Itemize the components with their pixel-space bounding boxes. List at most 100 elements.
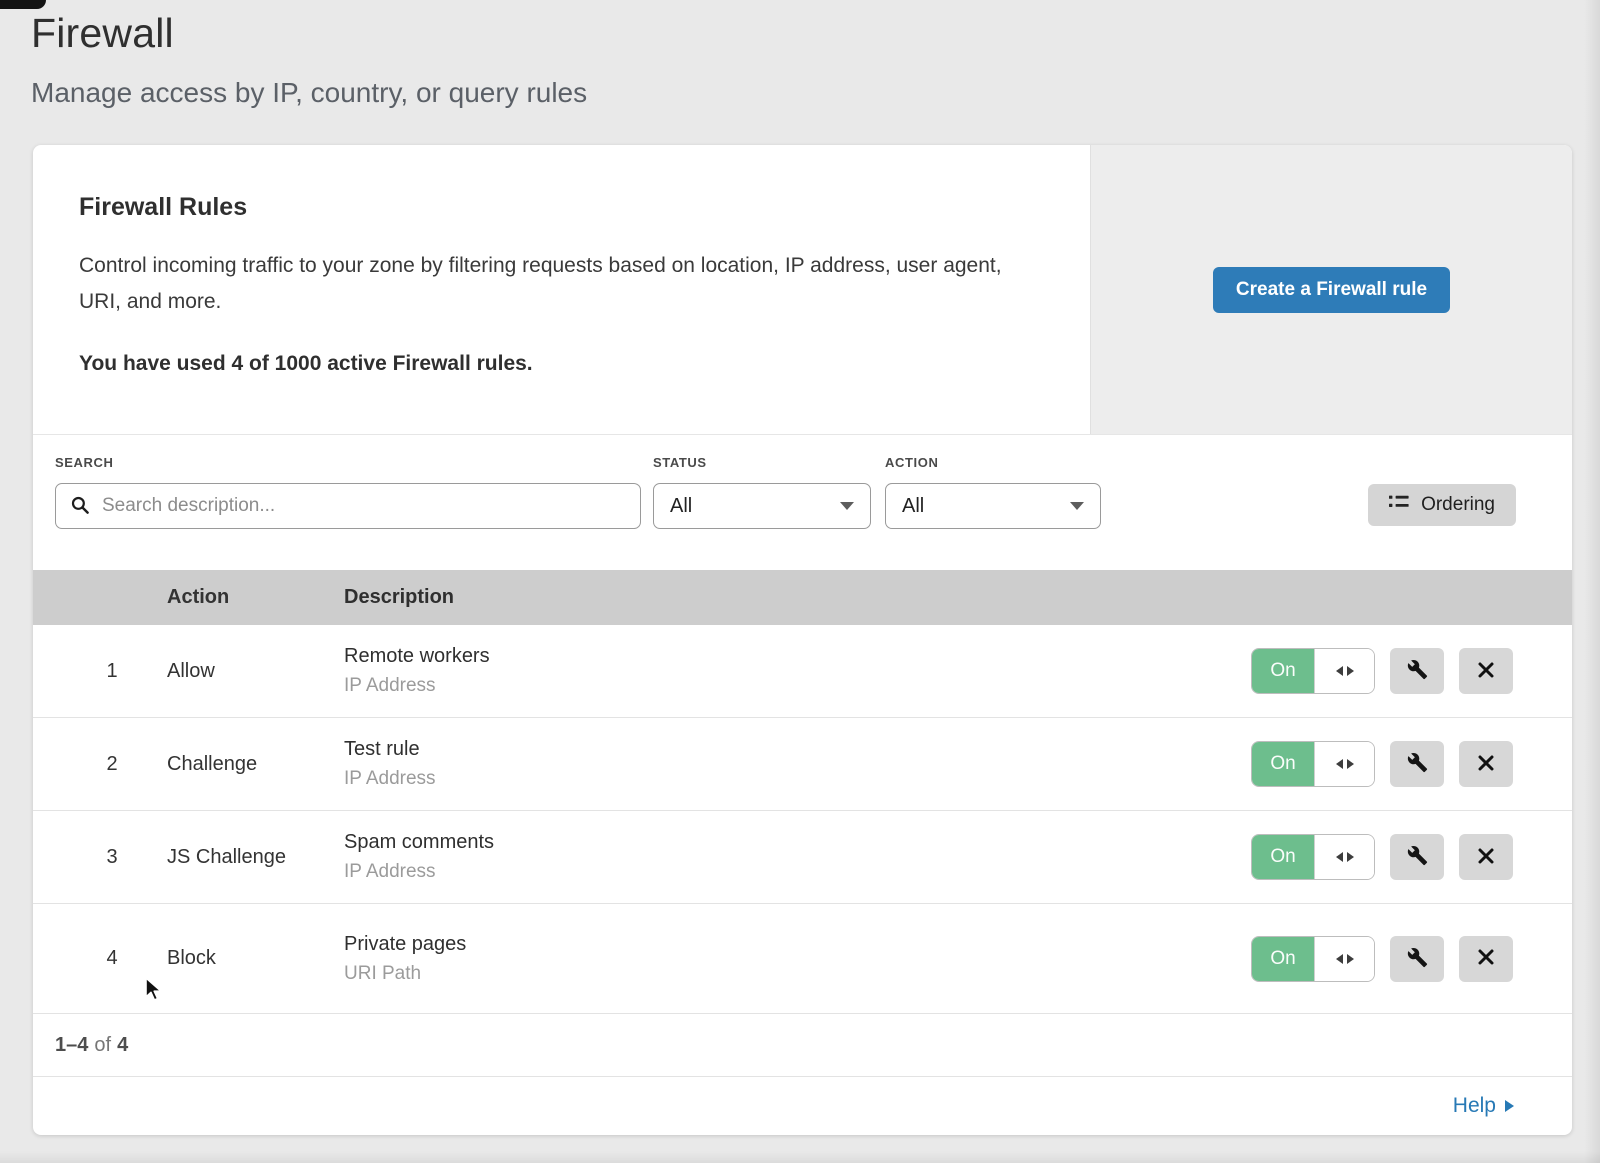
edit-rule-button[interactable]: [1390, 834, 1444, 880]
arrow-left-icon: [1336, 852, 1343, 862]
search-label: SEARCH: [55, 455, 641, 470]
close-icon: [1477, 948, 1495, 969]
rule-field: IP Address: [344, 768, 1251, 790]
action-column-header: Action: [167, 586, 344, 609]
rules-description: Control incoming traffic to your zone by…: [79, 248, 1029, 320]
window-edge-shadow-right: [1584, 0, 1600, 1163]
wrench-icon: [1407, 659, 1428, 683]
table-header: Action Description: [33, 570, 1572, 625]
chevron-down-icon: [1070, 502, 1084, 510]
rule-enabled-toggle[interactable]: On: [1251, 936, 1375, 982]
rule-enabled-toggle[interactable]: On: [1251, 648, 1375, 694]
intro-section: Firewall Rules Control incoming traffic …: [33, 145, 1572, 435]
rule-controls: On: [1251, 936, 1516, 982]
rule-controls: On: [1251, 834, 1516, 880]
rule-controls: On: [1251, 741, 1516, 787]
close-icon: [1477, 661, 1495, 682]
arrow-left-icon: [1336, 954, 1343, 964]
rule-field: IP Address: [344, 675, 1251, 697]
rule-description-cell: Remote workers IP Address: [344, 645, 1251, 697]
arrow-right-icon: [1347, 666, 1354, 676]
page-header: Firewall Manage access by IP, country, o…: [0, 0, 1600, 109]
delete-rule-button[interactable]: [1459, 741, 1513, 787]
rules-title: Firewall Rules: [79, 193, 1044, 222]
action-filter-group: ACTION All: [885, 455, 1101, 529]
status-filter-group: STATUS All: [653, 455, 871, 529]
page-title: Firewall: [31, 10, 1600, 57]
arrow-left-icon: [1336, 666, 1343, 676]
page-subtitle: Manage access by IP, country, or query r…: [31, 77, 1600, 109]
delete-rule-button[interactable]: [1459, 648, 1513, 694]
rule-action: JS Challenge: [167, 846, 344, 869]
toggle-drag-handle[interactable]: [1314, 835, 1374, 879]
delete-rule-button[interactable]: [1459, 834, 1513, 880]
status-select-value: All: [670, 495, 692, 518]
search-input-wrap: [55, 483, 641, 529]
create-firewall-rule-button[interactable]: Create a Firewall rule: [1213, 267, 1450, 313]
filter-bar: SEARCH STATUS All ACTION All: [33, 435, 1572, 570]
rule-description: Test rule: [344, 738, 1251, 761]
toggle-on-segment[interactable]: On: [1252, 649, 1314, 693]
action-select-value: All: [902, 495, 924, 518]
window-edge-shadow-bottom: [0, 1151, 1600, 1163]
rule-description-cell: Spam comments IP Address: [344, 831, 1251, 883]
toggle-on-segment[interactable]: On: [1252, 742, 1314, 786]
arrow-right-icon: [1347, 954, 1354, 964]
table-row: 1 Allow Remote workers IP Address On: [33, 625, 1572, 718]
rule-enabled-toggle[interactable]: On: [1251, 741, 1375, 787]
rule-priority: 2: [33, 753, 167, 776]
rule-field: URI Path: [344, 963, 1251, 985]
rule-action: Block: [167, 947, 344, 970]
toggle-on-segment[interactable]: On: [1252, 937, 1314, 981]
rule-description: Remote workers: [344, 645, 1251, 668]
ordered-list-icon: [1389, 494, 1409, 516]
wrench-icon: [1407, 947, 1428, 971]
toggle-drag-handle[interactable]: [1314, 742, 1374, 786]
toggle-drag-handle[interactable]: [1314, 937, 1374, 981]
search-icon: [71, 496, 90, 520]
status-select[interactable]: All: [653, 483, 871, 529]
ordering-button-label: Ordering: [1421, 494, 1495, 516]
pagination: 1–4 of 4: [33, 1014, 1572, 1076]
toggle-drag-handle[interactable]: [1314, 649, 1374, 693]
rule-action: Challenge: [167, 753, 344, 776]
edit-rule-button[interactable]: [1390, 936, 1444, 982]
ordering-button[interactable]: Ordering: [1368, 484, 1516, 526]
cta-panel: Create a Firewall rule: [1090, 145, 1572, 434]
rules-usage-count: You have used 4 of 1000 active Firewall …: [79, 352, 1044, 376]
rule-priority: 3: [33, 846, 167, 869]
help-link-label: Help: [1453, 1094, 1496, 1118]
help-link[interactable]: Help: [1453, 1094, 1514, 1118]
table-row: 3 JS Challenge Spam comments IP Address …: [33, 811, 1572, 904]
description-column-header: Description: [344, 586, 1251, 609]
close-icon: [1477, 847, 1495, 868]
arrow-left-icon: [1336, 759, 1343, 769]
pagination-total: 4: [117, 1034, 128, 1057]
table-row: 4 Block Private pages URI Path On: [33, 904, 1572, 1014]
firewall-rules-card: Firewall Rules Control incoming traffic …: [33, 145, 1572, 1135]
help-row: Help: [33, 1076, 1572, 1135]
search-input[interactable]: [55, 483, 641, 529]
rule-field: IP Address: [344, 861, 1251, 883]
rule-enabled-toggle[interactable]: On: [1251, 834, 1375, 880]
delete-rule-button[interactable]: [1459, 936, 1513, 982]
rule-action: Allow: [167, 660, 344, 683]
arrow-right-icon: [1347, 759, 1354, 769]
table-row: 2 Challenge Test rule IP Address On: [33, 718, 1572, 811]
chevron-down-icon: [840, 502, 854, 510]
status-label: STATUS: [653, 455, 871, 470]
rule-description: Spam comments: [344, 831, 1251, 854]
edit-rule-button[interactable]: [1390, 648, 1444, 694]
toggle-on-segment[interactable]: On: [1252, 835, 1314, 879]
chevron-right-icon: [1505, 1100, 1514, 1112]
action-select[interactable]: All: [885, 483, 1101, 529]
pagination-range: 1–4: [55, 1034, 88, 1057]
edit-rule-button[interactable]: [1390, 741, 1444, 787]
rule-description: Private pages: [344, 933, 1251, 956]
rule-priority: 4: [33, 947, 167, 970]
wrench-icon: [1407, 845, 1428, 869]
rule-controls: On: [1251, 648, 1516, 694]
window-corner-artifact: [0, 0, 46, 9]
rule-description-cell: Test rule IP Address: [344, 738, 1251, 790]
rule-priority: 1: [33, 660, 167, 683]
